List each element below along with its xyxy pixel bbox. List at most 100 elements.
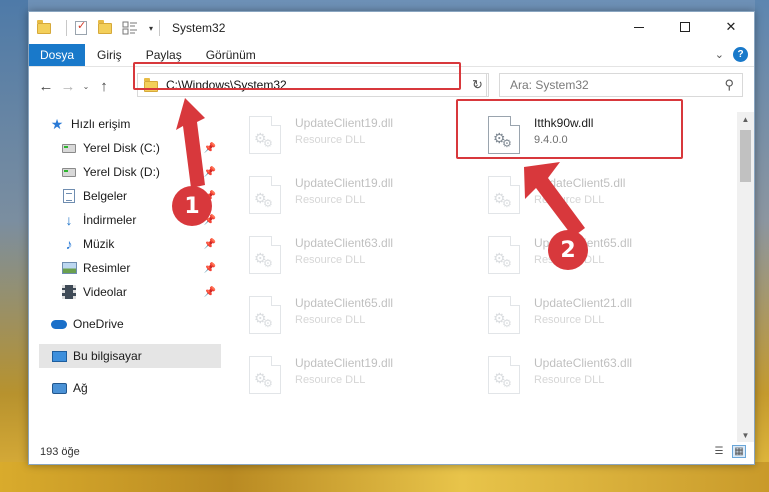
desktop-background-left [0,0,28,492]
item-count: 193 öğe [40,446,80,458]
file-name: UpdateClient19.dll [295,116,394,130]
new-folder-icon[interactable] [97,19,113,36]
forward-button[interactable]: → [57,75,79,97]
sidebar-item-label: OneDrive [73,317,124,331]
download-icon: ↓ [65,212,73,228]
sidebar-item-network[interactable]: Ağ [29,376,222,400]
tab-dosya[interactable]: Dosya [29,44,86,66]
file-name: UpdateClient19.dll [295,176,394,190]
dll-file-icon: ⚙ ⚙ [488,176,520,214]
dll-file-icon: ⚙ ⚙ [249,116,281,154]
desktop-background-right [755,0,769,492]
dll-file-icon: ⚙ ⚙ [249,296,281,334]
pin-icon[interactable]: 📌 [204,263,216,274]
properties-icon[interactable] [73,19,89,36]
toolbar-dropdown-icon[interactable]: ▾ [149,24,153,33]
sidebar-item-label: Resimler [83,261,131,275]
file-type: Resource DLL [295,194,366,206]
sidebar-item-local-disk-c[interactable]: Yerel Disk (C:) 📌 [29,136,222,160]
sidebar-item-music[interactable]: ♪ Müzik 📌 [29,232,222,256]
file-item[interactable]: ⚙ ⚙ UpdateClient63.dll Resource DLL [488,356,632,406]
dll-file-icon: ⚙ ⚙ [249,236,281,274]
file-name: UpdateClient63.dll [295,236,394,250]
file-name: UpdateClient65.dll [295,296,394,310]
sidebar-item-label: Bu bilgisayar [73,349,142,363]
search-input[interactable]: Ara: System32 [510,78,589,92]
sidebar-item-onedrive[interactable]: OneDrive [29,312,222,336]
tab-giris[interactable]: Giriş [85,44,134,66]
sidebar-item-label: Videolar [83,285,127,299]
scroll-up-button[interactable]: ▲ [737,112,754,126]
file-name: UpdateClient19.dll [295,356,394,370]
quick-access-toolbar: ▾ [36,19,166,36]
sidebar-item-label: Belgeler [83,189,128,203]
navigation-pane: ★ Hızlı erişim Yerel Disk (C:) 📌 Yerel D… [29,112,222,442]
pin-icon[interactable]: 📌 [204,239,216,250]
file-item[interactable]: ⚙ ⚙ UpdateClient63.dll Resource DLL [249,236,393,286]
file-type: Resource DLL [534,194,605,206]
file-type: Resource DLL [295,314,366,326]
file-item[interactable]: ⚙ ⚙ UpdateClient5.dll Resource DLL [488,176,625,226]
videos-icon [61,284,77,300]
file-item[interactable]: ⚙ ⚙ UpdateClient19.dll Resource DLL [249,116,393,166]
file-type: Resource DLL [295,134,366,146]
maximize-button[interactable] [662,12,708,42]
dll-file-icon: ⚙ ⚙ [488,356,520,394]
file-type: Resource DLL [534,314,605,326]
this-pc-icon [51,348,67,364]
sidebar-item-label: Yerel Disk (C:) [83,141,160,155]
expand-ribbon-icon[interactable]: ⌄ [715,48,724,61]
dll-file-icon: ⚙ ⚙ [488,296,520,334]
vertical-scrollbar[interactable]: ▲ ▼ [737,112,754,442]
window-title: System32 [172,21,226,35]
file-type: Resource DLL [534,374,605,386]
up-button[interactable]: ↑ [93,75,115,97]
pin-icon[interactable]: 📌 [204,287,216,298]
sidebar-item-label: İndirmeler [83,213,137,227]
drive-icon [61,164,77,180]
sidebar-item-pictures[interactable]: Resimler 📌 [29,256,222,280]
file-item[interactable]: ⚙⚙ UpdateClient65.dll Resource DLL [249,296,393,346]
dll-file-icon: ⚙ ⚙ [249,356,281,394]
address-highlight-box [133,62,461,90]
minimize-button[interactable] [616,12,662,42]
sidebar-item-quick-access[interactable]: ★ Hızlı erişim [29,112,222,136]
desktop-background-bottom [0,462,769,492]
refresh-button[interactable]: ↻ [467,73,489,97]
close-button[interactable]: ✕ [708,12,754,42]
folder-icon [36,19,52,36]
window-controls: ✕ [616,12,754,42]
file-name: UpdateClient63.dll [534,356,633,370]
sidebar-item-label: Yerel Disk (D:) [83,165,160,179]
pin-icon[interactable]: 📌 [204,143,216,154]
minimize-icon [634,26,644,28]
file-item[interactable]: ⚙ ⚙ UpdateClient19.dll Resource DLL [249,176,393,226]
title-bar: ▾ System32 ✕ [29,12,754,44]
star-icon: ★ [50,115,64,132]
pin-icon[interactable]: 📌 [204,167,216,178]
sidebar-item-local-disk-d[interactable]: Yerel Disk (D:) 📌 [29,160,222,184]
help-icon[interactable]: ? [733,47,748,62]
onedrive-icon [51,316,67,332]
sidebar-item-this-pc[interactable]: Bu bilgisayar [39,344,221,368]
network-icon [51,380,67,396]
customize-toolbar-icon[interactable] [121,20,139,36]
pictures-icon [61,260,77,276]
file-highlight-box [456,99,683,159]
file-type: Resource DLL [295,254,366,266]
file-list: ⚙ ⚙ UpdateClient19.dll Resource DLL ⚙ ⚙ Itt… [222,112,737,442]
back-button[interactable]: ← [35,75,57,97]
music-icon: ♪ [65,236,73,252]
recent-locations-button[interactable]: ⌄ [79,75,93,97]
sidebar-item-videos[interactable]: Videolar 📌 [29,280,222,304]
tiles-view-button[interactable]: ▦ [732,445,746,458]
status-bar: 193 öğe ☰ ▦ [29,440,754,464]
file-item[interactable]: ⚙ ⚙ UpdateClient21.dll Resource DLL [488,296,632,346]
search-box[interactable]: Ara: System32 ⚲ [499,73,743,97]
details-view-button[interactable]: ☰ [712,445,726,458]
sidebar-item-label: Ağ [73,381,88,395]
file-item[interactable]: ⚙ ⚙ UpdateClient19.dll Resource DLL [249,356,393,406]
search-icon[interactable]: ⚲ [724,77,734,93]
file-name: UpdateClient5.dll [534,176,626,190]
scroll-thumb[interactable] [740,130,751,182]
